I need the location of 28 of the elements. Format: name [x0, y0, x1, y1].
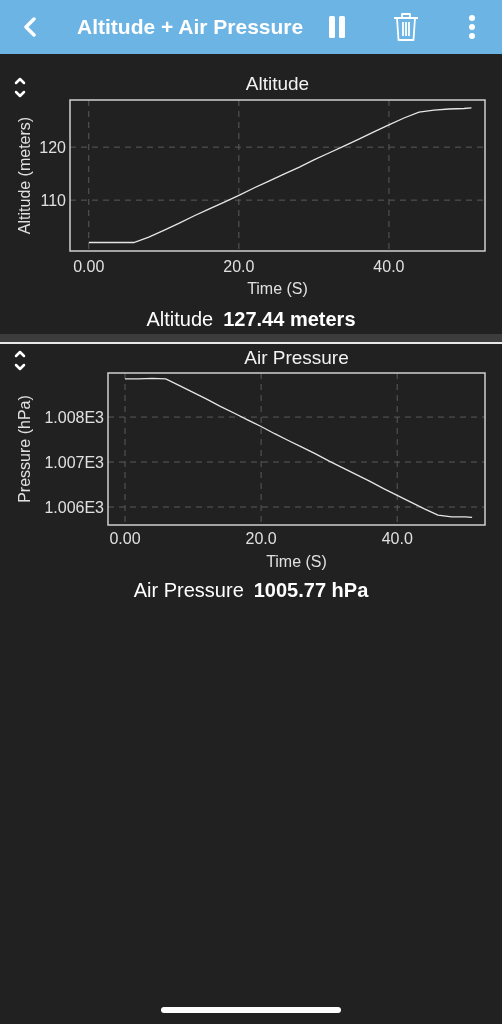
y-tick-label: 1.006E3 [44, 499, 104, 516]
readout-value: 127.44 meters [223, 307, 356, 332]
y-tick-label: 1.007E3 [44, 454, 104, 472]
x-axis-label: Time (S) [266, 553, 327, 570]
y-tick-label: 110 [40, 192, 66, 210]
x-tick-label: 40.0 [381, 530, 413, 547]
trash-icon[interactable] [393, 12, 420, 42]
x-axis-label: Time (S) [247, 280, 308, 297]
reorder-chevrons-icon[interactable] [14, 77, 26, 98]
pause-icon[interactable] [328, 15, 347, 39]
back-icon[interactable] [23, 17, 37, 37]
y-tick-label: 120 [39, 139, 66, 157]
y-tick-label: 1.008E3 [44, 409, 104, 427]
y-axis-label: Pressure (hPa) [16, 395, 33, 503]
x-tick-label: 0.00 [109, 530, 141, 547]
chart-title: Altitude [245, 73, 310, 94]
x-tick-label: 0.00 [73, 258, 105, 275]
readout-value: 1005.77 hPa [253, 578, 369, 603]
more-icon[interactable] [468, 14, 477, 40]
x-tick-label: 40.0 [373, 258, 405, 275]
reorder-chevrons-icon[interactable] [14, 350, 26, 371]
screen-title: Altitude + Air Pressure [77, 14, 304, 41]
readout-label: Altitude [146, 307, 214, 332]
chart-title: Air Pressure [244, 347, 349, 368]
x-tick-label: 20.0 [223, 258, 255, 275]
x-tick-label: 20.0 [245, 530, 277, 547]
readout-label: Air Pressure [133, 578, 244, 603]
y-axis-label: Altitude (meters) [16, 116, 33, 235]
